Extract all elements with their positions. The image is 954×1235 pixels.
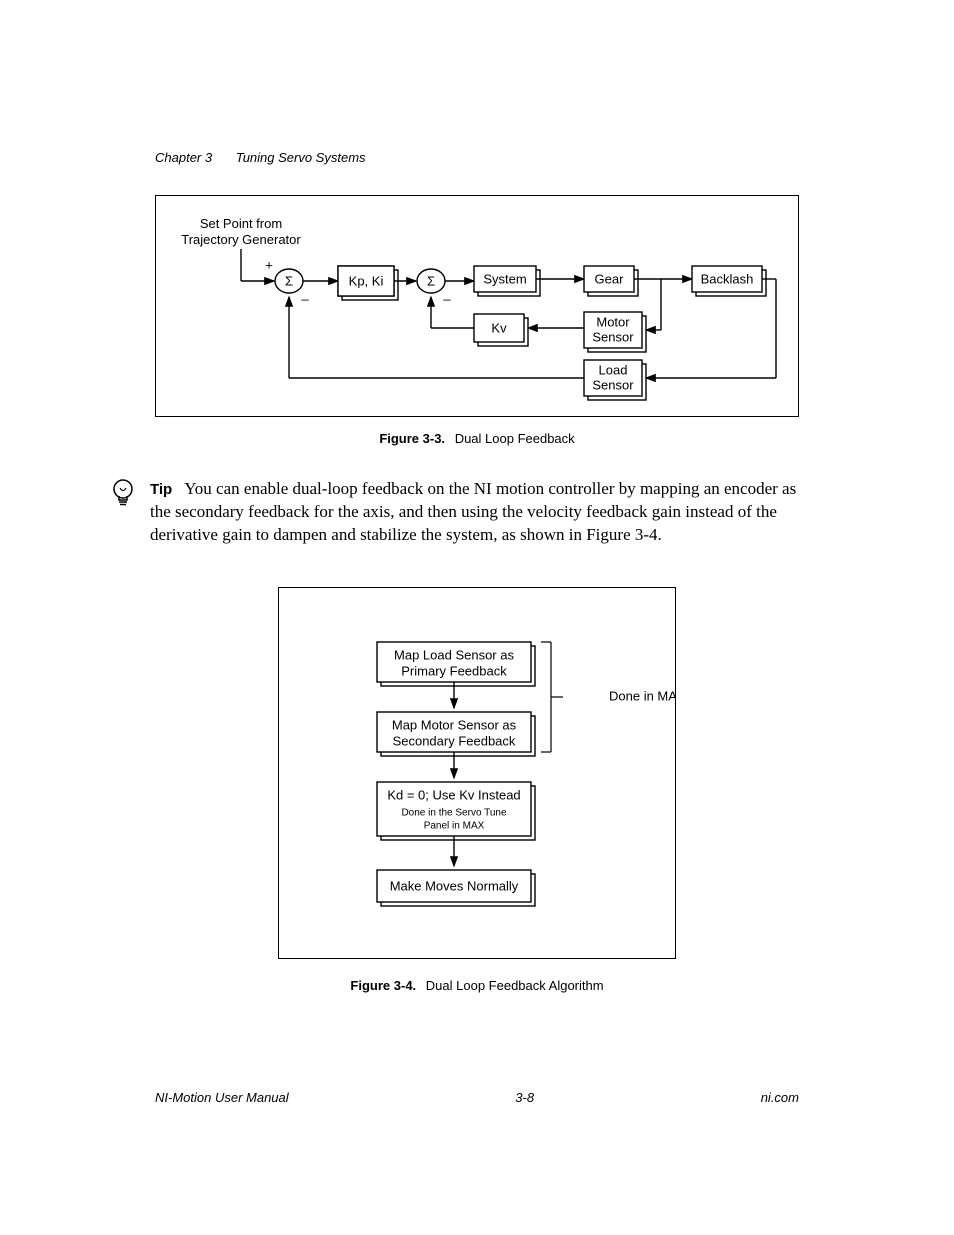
tip-block: TipYou can enable dual-loop feedback on … [155,478,799,547]
figure-3-4-caption: Figure 3-4. Dual Loop Feedback Algorithm [155,978,799,993]
footer-right: ni.com [761,1090,799,1105]
svg-text:Kp, Ki: Kp, Ki [349,273,384,288]
svg-text:+: + [265,257,273,272]
svg-text:Sensor: Sensor [592,377,634,392]
svg-text:Secondary Feedback: Secondary Feedback [393,733,516,748]
svg-text:Backlash: Backlash [701,271,754,286]
figure-3-3-caption: Figure 3-3. Dual Loop Feedback [155,431,799,446]
svg-text:System: System [483,271,526,286]
svg-text:Kd = 0; Use Kv Instead: Kd = 0; Use Kv Instead [387,787,520,802]
svg-text:Load: Load [599,362,628,377]
svg-text:Panel in MAX: Panel in MAX [424,820,485,831]
lightbulb-icon [110,478,150,513]
svg-text:Make Moves Normally: Make Moves Normally [390,878,519,893]
page: Chapter 3 Tuning Servo Systems Set Point… [0,0,954,1235]
svg-text:Σ: Σ [285,273,293,288]
block-diagram-svg: + Σ – Kp, Ki Σ – [156,196,798,416]
page-footer: NI-Motion User Manual 3-8 ni.com [155,1090,799,1105]
figure-3-4-diagram: Map Load Sensor as Primary Feedback Map … [278,587,676,959]
svg-text:Kv: Kv [491,320,507,335]
page-header: Chapter 3 Tuning Servo Systems [155,150,799,165]
page-content: Set Point from Trajectory Generator + Σ … [155,195,799,993]
figure-3-4-title: Dual Loop Feedback Algorithm [426,978,604,993]
svg-text:Σ: Σ [427,273,435,288]
svg-text:Gear: Gear [595,271,625,286]
footer-left: NI-Motion User Manual [155,1090,289,1105]
svg-text:Primary Feedback: Primary Feedback [401,663,507,678]
svg-text:Sensor: Sensor [592,329,634,344]
svg-text:Map Load Sensor as: Map Load Sensor as [394,647,514,662]
svg-text:Done in MAX: Done in MAX [609,688,675,703]
figure-3-3-label: Figure 3-3. [379,431,445,446]
tip-label: Tip [150,481,172,498]
footer-center: 3-8 [515,1090,534,1105]
tip-body: You can enable dual-loop feedback on the… [150,479,796,544]
svg-text:Motor: Motor [596,314,630,329]
figure-3-3-diagram: Set Point from Trajectory Generator + Σ … [155,195,799,417]
svg-text:–: – [301,291,309,306]
svg-text:Done in the Servo Tune: Done in the Servo Tune [401,807,507,818]
tip-text: TipYou can enable dual-loop feedback on … [150,478,799,547]
svg-text:Map Motor Sensor as: Map Motor Sensor as [392,717,517,732]
chapter-label: Chapter 3 [155,150,212,165]
figure-3-3-title: Dual Loop Feedback [455,431,575,446]
section-label: Tuning Servo Systems [236,150,366,165]
svg-text:–: – [443,291,451,306]
figure-3-4-wrap: Map Load Sensor as Primary Feedback Map … [155,587,799,993]
figure-3-4-label: Figure 3-4. [350,978,416,993]
